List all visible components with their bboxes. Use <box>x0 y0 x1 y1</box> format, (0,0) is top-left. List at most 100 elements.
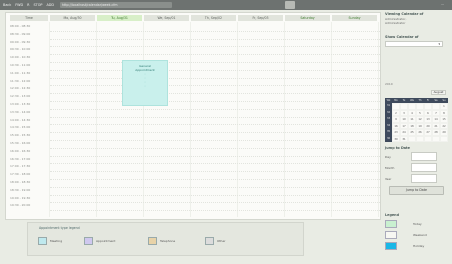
month-select[interactable]: August <box>431 90 446 95</box>
time-slot-row[interactable] <box>50 210 380 212</box>
holiday-swatch <box>385 241 397 250</box>
mini-day-cell[interactable] <box>416 135 424 142</box>
jump-year-label: Year <box>385 176 392 181</box>
time-slot-row[interactable] <box>50 186 380 188</box>
time-slot-row[interactable] <box>50 69 380 71</box>
chevron-down-icon: ▾ <box>438 42 440 46</box>
time-slot-label: 14:30 - 15:00 <box>10 125 31 130</box>
legend-title: Appointment type legend <box>39 226 80 230</box>
mini-day-cell[interactable] <box>432 135 440 142</box>
day-legend: Legend Today Weekend Holiday <box>385 213 448 250</box>
toolbar-buttons: Back FWD R STOP ADD <box>3 2 54 8</box>
time-slot-row[interactable] <box>50 30 380 32</box>
time-slot-row[interactable] <box>50 85 380 87</box>
time-slot-row[interactable] <box>50 163 380 165</box>
mini-calendar: 2010 August Wk Mo Tu We Th Fr Sa Su 31 1 32 2 3 4 5 6 7… <box>385 82 448 142</box>
back-button[interactable]: Back <box>3 3 11 7</box>
week-number[interactable]: 36 <box>385 135 392 142</box>
time-slot-row[interactable] <box>50 116 380 118</box>
time-slot-label: 17:30 - 18:00 <box>10 172 31 177</box>
sidebar: Viewing Calendar of Administrator, Admin… <box>385 12 448 47</box>
time-slot-row[interactable] <box>50 124 380 126</box>
day-column-header[interactable]: We, Sep/01 <box>144 15 189 21</box>
time-slot-label: 09:30 - 10:00 <box>10 47 31 52</box>
time-slot-label: 19:00 - 19:30 <box>10 195 31 200</box>
legend-today: Today <box>385 219 448 228</box>
time-slot-row[interactable] <box>50 155 380 157</box>
time-slot-row[interactable] <box>50 54 380 56</box>
time-slot-row[interactable] <box>50 202 380 204</box>
appointment-type-legend: Appointment type legend Meeting Appointm… <box>27 222 304 256</box>
legend-label: Meeting <box>50 238 63 243</box>
add-button[interactable]: ADD <box>46 3 54 7</box>
time-slot-label: 15:30 - 16:00 <box>10 141 31 145</box>
time-slot-row[interactable] <box>50 140 380 141</box>
legend-label: Weekend <box>413 232 427 237</box>
day-column-header[interactable]: Mo, Aug/30 <box>50 15 95 21</box>
jump-to-date-panel: Jump to Date Day Month Year Jump to Date <box>385 146 448 195</box>
mini-day-cell[interactable]: 31 <box>400 135 408 142</box>
weekend-swatch <box>385 230 397 239</box>
jump-to-date-button[interactable]: Jump to Date <box>389 186 444 195</box>
time-slot-label: 16:00 - 16:30 <box>10 148 31 153</box>
legend-label: Today <box>413 221 422 226</box>
time-slot-label: 09:00 - 09:30 <box>10 39 31 44</box>
time-slot-label: 18:00 - 18:30 <box>10 180 31 184</box>
jump-year-row: Year <box>385 174 448 183</box>
legend-label: Telephone <box>160 238 176 243</box>
time-slot-row[interactable] <box>50 194 380 196</box>
time-slot-row[interactable] <box>50 179 380 180</box>
day-column-header[interactable]: Saturday <box>285 15 330 21</box>
day-column-header[interactable]: Sunday <box>332 15 377 21</box>
time-slot-row[interactable] <box>50 147 380 149</box>
legend-label: Appointment <box>96 238 116 243</box>
day-column-header[interactable]: Tu, Aug/31 <box>97 15 142 21</box>
jump-title: Jump to Date <box>385 146 410 150</box>
jump-day-input[interactable] <box>411 152 437 161</box>
time-slot-row[interactable] <box>50 62 380 63</box>
telephone-swatch <box>148 236 157 245</box>
time-slot-label: 13:00 - 13:30 <box>10 102 31 106</box>
time-slot-label: 10:30 - 11:00 <box>10 63 31 67</box>
mini-day-cell[interactable] <box>440 135 448 142</box>
mini-day-cell[interactable] <box>424 135 432 142</box>
time-slot-row[interactable] <box>50 108 380 110</box>
window-control-icon[interactable] <box>285 1 295 9</box>
time-slot-label: 11:00 - 11:30 <box>10 70 31 75</box>
jump-month-input[interactable] <box>411 163 437 172</box>
time-slot-label: 19:30 - 20:00 <box>10 203 31 208</box>
show-calendar-title: Show Calendar of <box>385 35 419 39</box>
time-slot-row[interactable] <box>50 132 380 134</box>
time-slot-row[interactable] <box>50 77 380 79</box>
time-slot-label: 17:00 - 17:30 <box>10 164 31 169</box>
jump-day-row: Day <box>385 152 448 161</box>
legend-holiday: Holiday <box>385 241 448 250</box>
mini-day-cell[interactable] <box>408 135 416 142</box>
time-slot-row[interactable] <box>50 171 380 173</box>
time-slot-row[interactable] <box>50 101 380 102</box>
address-bar[interactable]: http://localhost/calendar/week.cfm <box>60 2 172 8</box>
time-slot-label: 14:00 - 14:30 <box>10 117 31 122</box>
time-slot-row[interactable] <box>50 46 380 48</box>
today-swatch <box>385 219 397 228</box>
legend-item-meeting: Meeting <box>38 236 62 245</box>
jump-year-input[interactable] <box>411 174 437 183</box>
jump-month-row: Month <box>385 163 448 172</box>
time-slot-row[interactable] <box>50 93 380 95</box>
jump-day-label: Day <box>385 154 391 159</box>
appointment-dot: : <box>144 84 146 88</box>
reload-button[interactable]: R <box>27 3 29 7</box>
viewing-user: Administrator, Administrator <box>385 17 448 25</box>
time-slot-row[interactable] <box>50 38 380 40</box>
stop-button[interactable]: STOP <box>34 3 43 7</box>
appointment-block[interactable]: General Appointment : : : : <box>122 60 168 106</box>
day-legend-title: Legend <box>385 213 400 217</box>
show-calendar-select[interactable]: ▾ <box>385 41 443 47</box>
other-swatch <box>205 236 214 245</box>
mini-day-cell[interactable]: 30 <box>392 135 400 142</box>
appointment-swatch <box>84 236 93 245</box>
time-slot-label: 12:00 - 12:30 <box>10 86 31 91</box>
day-column-header[interactable]: Th, Sep/02 <box>191 15 236 21</box>
day-column-header[interactable]: Fr, Sep/03 <box>238 15 283 21</box>
forward-button[interactable]: FWD <box>15 3 23 7</box>
